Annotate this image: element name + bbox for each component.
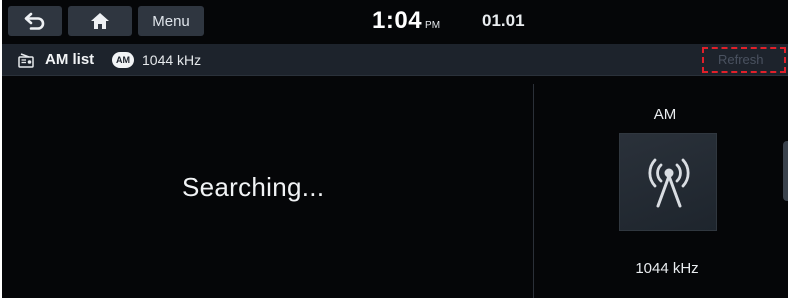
station-list-panel: Searching... — [2, 77, 533, 298]
menu-button[interactable]: Menu — [138, 6, 204, 36]
station-frequency: 1044 kHz — [635, 260, 699, 277]
back-arrow-icon — [24, 12, 46, 30]
clock-time: 1:04 — [372, 7, 423, 34]
now-playing-panel: AM 1044 kHz — [534, 77, 788, 298]
refresh-button[interactable]: Refresh — [702, 47, 786, 73]
band-badge: AM — [112, 52, 134, 68]
station-artwork[interactable] — [619, 133, 717, 231]
clock-date: 01.01 — [482, 11, 525, 30]
home-icon — [90, 12, 110, 30]
clock: 1:04 PM — [372, 6, 440, 36]
band-label: AM — [653, 106, 677, 123]
searching-status: Searching... — [182, 172, 325, 202]
title-bar: AM list AM 1044 kHz Refresh — [2, 44, 788, 76]
current-frequency: 1044 kHz — [142, 52, 202, 68]
back-button[interactable] — [8, 6, 62, 36]
page-title: AM list — [45, 51, 95, 68]
infotainment-screen: Menu 1:04 PM 01.01 AM list AM 1044 kHz R… — [2, 0, 788, 298]
radio-list-icon — [18, 53, 34, 68]
status-bar: Menu 1:04 PM 01.01 — [2, 0, 788, 44]
clock-ampm: PM — [425, 20, 441, 31]
home-button[interactable] — [68, 6, 132, 36]
side-panel-handle[interactable] — [783, 141, 788, 201]
